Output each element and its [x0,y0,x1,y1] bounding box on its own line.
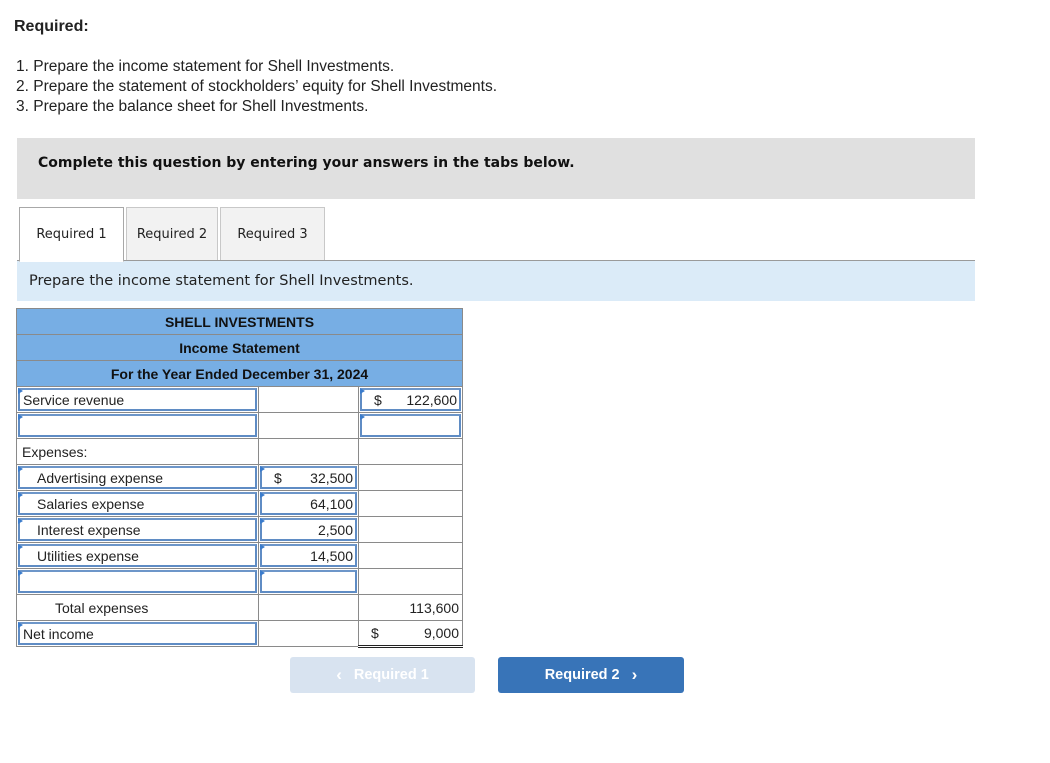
table-row-net-income: Net income $9,000 [16,620,463,648]
label-input-advertising[interactable]: Advertising expense [18,466,257,489]
chevron-left-icon: ‹ [336,665,342,684]
dropdown-flag-icon [18,388,23,394]
prompt-text: Prepare the income statement for Shell I… [29,273,414,289]
prompt-banner: Prepare the income statement for Shell I… [17,261,975,301]
prev-button-label: Required 1 [353,667,429,683]
table-row-advertising: Advertising expense $32,500 [16,464,463,491]
statement-title: Income Statement [16,334,463,361]
dropdown-flag-icon [360,388,365,394]
dropdown-flag-icon [18,570,23,576]
dropdown-flag-icon [18,518,23,524]
label-input-salaries[interactable]: Salaries expense [18,492,257,515]
table-row-blank-expense [16,568,463,595]
amount-input-blank-1[interactable] [360,414,461,437]
label-input-utilities[interactable]: Utilities expense [18,544,257,567]
tab-bar: Required 1 Required 2 Required 3 [19,207,327,262]
label-input-blank-1[interactable] [18,414,257,437]
amount-input-blank-2[interactable] [260,570,357,593]
next-button-label: Required 2 [544,667,620,683]
amount-input-service-revenue[interactable]: $122,600 [360,388,461,411]
tab-required-2[interactable]: Required 2 [126,207,218,261]
required-heading: Required: [14,18,89,35]
table-row-salaries: Salaries expense 64,100 [16,490,463,517]
dropdown-flag-icon [260,466,265,472]
label-input-service-revenue[interactable]: Service revenue [18,388,257,411]
label-input-blank-2[interactable] [18,570,257,593]
label-input-interest[interactable]: Interest expense [18,518,257,541]
expenses-header-label: Expenses: [22,443,88,460]
dropdown-flag-icon [18,466,23,472]
table-row-total-expenses: Total expenses 113,600 [16,594,463,621]
table-row-interest: Interest expense 2,500 [16,516,463,543]
total-expenses-label: Total expenses [55,599,149,616]
table-row-expenses-header: Expenses: [16,438,463,465]
dropdown-flag-icon [260,544,265,550]
label-input-net-income[interactable]: Net income [18,622,257,645]
tab-required-3[interactable]: Required 3 [220,207,325,261]
chevron-right-icon: › [631,665,638,684]
requirements-list: 1. Prepare the income statement for Shel… [16,57,497,117]
prev-required-button: ‹ Required 1 [290,657,475,693]
requirement-item: 2. Prepare the statement of stockholders… [16,78,498,95]
dropdown-flag-icon [260,518,265,524]
table-row-utilities: Utilities expense 14,500 [16,542,463,569]
statement-period: For the Year Ended December 31, 2024 [16,360,463,387]
dropdown-flag-icon [18,492,23,498]
requirement-item: 3. Prepare the balance sheet for Shell I… [16,98,369,115]
total-expenses-value: 113,600 [409,599,459,616]
instruction-banner: Complete this question by entering your … [17,138,975,199]
dropdown-flag-icon [18,622,23,628]
net-income-value: $9,000 [371,625,459,641]
dropdown-flag-icon [260,492,265,498]
dropdown-flag-icon [360,414,365,420]
company-name: SHELL INVESTMENTS [16,308,463,335]
table-row-blank-revenue [16,412,463,439]
tab-required-1[interactable]: Required 1 [19,207,124,262]
table-row-service-revenue: Service revenue $122,600 [16,386,463,413]
dropdown-flag-icon [18,414,23,420]
dropdown-flag-icon [18,544,23,550]
instruction-text: Complete this question by entering your … [38,155,575,171]
income-statement-table: SHELL INVESTMENTS Income Statement For t… [16,308,463,648]
amount-input-interest[interactable]: 2,500 [260,518,357,541]
requirement-item: 1. Prepare the income statement for Shel… [16,58,395,75]
amount-input-salaries[interactable]: 64,100 [260,492,357,515]
next-required-button[interactable]: Required 2 › [498,657,684,693]
amount-input-advertising[interactable]: $32,500 [260,466,357,489]
dropdown-flag-icon [260,570,265,576]
amount-input-utilities[interactable]: 14,500 [260,544,357,567]
